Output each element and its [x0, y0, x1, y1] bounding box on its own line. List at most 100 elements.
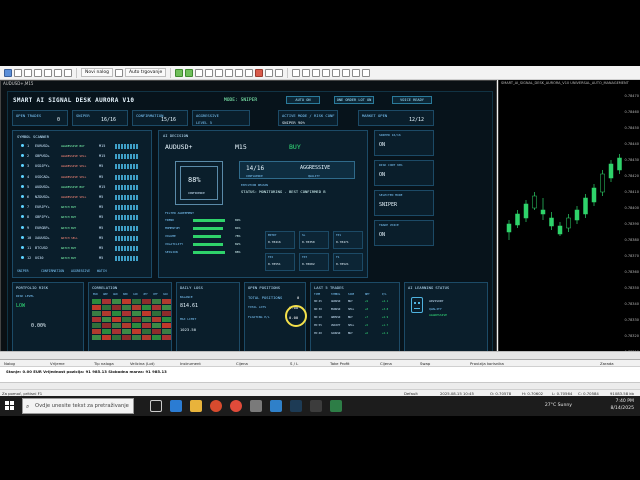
- terminal-column-header[interactable]: Tip naloga: [94, 361, 114, 366]
- scanner-row[interactable]: 4 USDCAD+ AGGRESSIVE SELL M5: [17, 174, 157, 182]
- terminal-column-header[interactable]: Vrijeme: [50, 361, 65, 366]
- windows-start-icon[interactable]: [5, 401, 15, 411]
- terminal-column-header[interactable]: Zarada: [600, 361, 614, 366]
- terminal-column-header[interactable]: Swap: [420, 361, 430, 366]
- terminal-column-header[interactable]: Nalog: [4, 361, 15, 366]
- vertical-line-icon[interactable]: [302, 68, 311, 77]
- profiles-icon[interactable]: [14, 68, 22, 77]
- strength-bar: [136, 225, 138, 231]
- app-icon[interactable]: [270, 400, 282, 412]
- terminal-column-header[interactable]: Instrument: [180, 361, 201, 366]
- terminal-column-header[interactable]: Cijena: [236, 361, 248, 366]
- metaeditor-icon[interactable]: [114, 68, 123, 77]
- chart-window-secondary[interactable]: SMART_AI_SIGNAL_DESK_AURORA_V10 UNIVERSA…: [498, 80, 640, 392]
- file-explorer-icon[interactable]: [190, 400, 202, 412]
- level-value: 0.78471: [336, 240, 349, 244]
- new-order-button[interactable]: Novi nalog: [81, 68, 113, 77]
- algo-trading-button[interactable]: Auto trgovanje: [124, 68, 167, 77]
- terminal-column-header[interactable]: Provizija korisnika: [470, 361, 504, 366]
- scanner-row[interactable]: 8 GBPJPY+ WATCH BUY M5: [17, 214, 157, 222]
- text-icon[interactable]: [352, 68, 361, 77]
- candlestick-icon[interactable]: [185, 68, 194, 77]
- side-status-panel[interactable]: RISK CONT 90% ON: [374, 160, 434, 186]
- arrow-icon[interactable]: [362, 68, 371, 77]
- terminal-column-header[interactable]: S / L: [290, 361, 298, 366]
- side-status-panel[interactable]: SELECTED MODE SNIPER: [374, 190, 434, 216]
- scanner-row-signal: AGGRESSIVE SELL: [61, 164, 87, 169]
- market-watch-icon[interactable]: [24, 68, 32, 77]
- correlation-cell: [92, 329, 101, 334]
- terminal-icon[interactable]: [54, 68, 62, 77]
- templates-icon[interactable]: [275, 68, 284, 77]
- strength-bar: [121, 154, 123, 160]
- terminal-column-header[interactable]: Cijena: [380, 361, 392, 366]
- scanner-row[interactable]: 11 BTCUSD WATCH BUY M5: [17, 245, 157, 253]
- metatrader-icon[interactable]: [290, 400, 302, 412]
- new-chart-icon[interactable]: [4, 68, 12, 77]
- sheets-icon[interactable]: [330, 400, 342, 412]
- zoom-in-icon[interactable]: [205, 68, 214, 77]
- correlation-cell: [162, 329, 171, 334]
- correlation-cell: [132, 317, 141, 322]
- strength-bar: [136, 215, 138, 221]
- chrome-icon[interactable]: [230, 400, 242, 412]
- correlation-cell: [102, 299, 111, 304]
- scanner-row[interactable]: 5 AUDUSD+ AGGRESSIVE BUY M15: [17, 184, 157, 192]
- weather-widget[interactable]: 27°C Sunny: [545, 403, 572, 408]
- strength-bar: [118, 215, 120, 221]
- channel-icon[interactable]: [332, 68, 341, 77]
- tile-windows-icon[interactable]: [225, 68, 234, 77]
- scanner-row[interactable]: 7 EURJPY+ WATCH BUY M5: [17, 204, 157, 212]
- edge-icon[interactable]: [170, 400, 182, 412]
- strength-bar: [115, 144, 117, 149]
- scanner-row-signal: AGGRESSIVE BUY: [61, 184, 85, 189]
- scanner-row[interactable]: 9 EURGBP+ WATCH BUY M5: [17, 225, 157, 233]
- indicators-icon[interactable]: [255, 68, 264, 77]
- data-window-icon[interactable]: [34, 68, 42, 77]
- horizontal-line-icon[interactable]: [312, 68, 321, 77]
- terminal-column-header[interactable]: Velicina (Lot): [130, 361, 155, 366]
- scanner-row[interactable]: 3 USDJPY+ AGGRESSIVE SELL M5: [17, 163, 157, 171]
- scanner-row[interactable]: 1 EURUSD+ AGGRESSIVE BUY M15: [17, 143, 157, 151]
- scanner-row[interactable]: 10 XAUUSD+ WATCH SELL M5: [17, 235, 157, 243]
- strategy-tester-icon[interactable]: [64, 68, 72, 77]
- voice-button[interactable]: VOICE READY: [392, 96, 432, 104]
- auto-button[interactable]: AUTO ON: [286, 96, 320, 104]
- navigator-icon[interactable]: [44, 68, 52, 77]
- balance-row[interactable]: Stanje: 0.00 EUR Vrijednost pozicija: 91…: [0, 368, 640, 375]
- side-status-panel[interactable]: TRADE VOICE ON: [374, 220, 434, 246]
- scanner-row[interactable]: 12 US30 WATCH BUY M5: [17, 255, 157, 263]
- chart-window-audusd[interactable]: AUDUSD+,M15 SMART AI SIGNAL DESK AURORA …: [0, 80, 498, 392]
- line-chart-icon[interactable]: [195, 68, 204, 77]
- scanner-row[interactable]: 6 NZDUSD+ AGGRESSIVE SELL M5: [17, 194, 157, 202]
- clock-date[interactable]: 8/14/2025: [610, 406, 634, 411]
- firefox-icon[interactable]: [210, 400, 222, 412]
- correlation-cell: [162, 323, 171, 328]
- correlation-cell: [152, 329, 161, 334]
- strength-bar: [136, 184, 138, 190]
- terminal-column-header[interactable]: Take Profit: [330, 361, 350, 366]
- chart-shift-icon[interactable]: [245, 68, 254, 77]
- strength-bar: [130, 184, 132, 190]
- scanner-row-tf: M5: [99, 164, 104, 169]
- bar-chart-icon[interactable]: [175, 68, 184, 77]
- scanner-row[interactable]: 2 GBPUSD+ AGGRESSIVE SELL M15: [17, 153, 157, 161]
- scanner-row-index: 3: [27, 164, 30, 169]
- strength-bar: [133, 256, 135, 262]
- clock-time[interactable]: 7:40 PM: [615, 399, 634, 404]
- zoom-out-icon[interactable]: [215, 68, 224, 77]
- taskbar-search[interactable]: ⌕ Ovdje unesite tekst za pretraživanje: [22, 398, 134, 414]
- autoscroll-icon[interactable]: [235, 68, 244, 77]
- crosshair-icon[interactable]: [292, 68, 301, 77]
- side-status-panel[interactable]: SNIPER 16/16 ON: [374, 130, 434, 156]
- fibonacci-icon[interactable]: [342, 68, 351, 77]
- strength-bar: [130, 235, 132, 241]
- task-view-icon[interactable]: [150, 400, 162, 412]
- one-order-button[interactable]: ONE ORDER LOT ON: [334, 96, 374, 104]
- trendline-icon[interactable]: [322, 68, 331, 77]
- side-status-value: ON: [379, 232, 386, 238]
- correlation-cell: [102, 305, 111, 310]
- periods-icon[interactable]: [265, 68, 274, 77]
- settings-icon[interactable]: [250, 400, 262, 412]
- terminal-app-icon[interactable]: [310, 400, 322, 412]
